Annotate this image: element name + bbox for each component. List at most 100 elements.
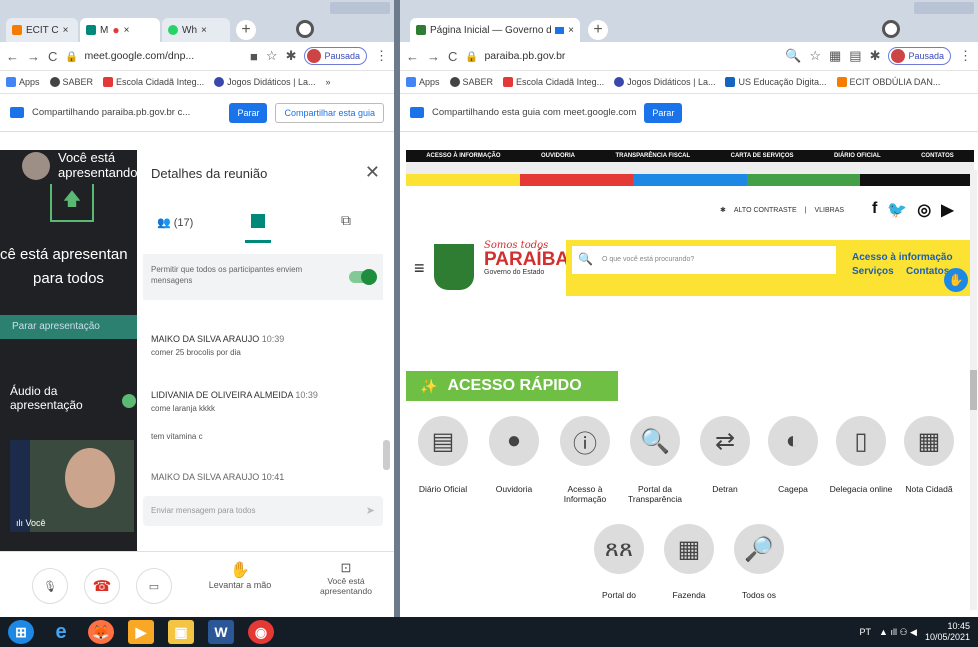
internet-explorer-icon[interactable]: e <box>48 620 74 644</box>
nav-contatos[interactable]: CONTATOS <box>921 153 954 159</box>
paraiba-logo[interactable]: Somos todos PARAÍBA Governo do Estado <box>484 240 569 276</box>
hang-up-icon[interactable]: ☎ <box>84 568 120 604</box>
bookmark-saber[interactable]: SABER <box>449 77 493 87</box>
bookmark-educacao[interactable]: US Educação Digita... <box>725 77 827 87</box>
file-explorer-icon[interactable]: ▣ <box>168 620 194 644</box>
word-icon[interactable]: W <box>208 620 234 644</box>
chat-tab-icon[interactable] <box>251 214 265 228</box>
forward-icon[interactable]: → <box>27 49 40 64</box>
profile-button[interactable]: Pausada <box>304 47 367 65</box>
stop-sharing-button[interactable]: Parar <box>229 102 268 123</box>
quick-item-label[interactable]: Cagepa <box>756 484 830 494</box>
quick-item-label[interactable]: Fazenda <box>652 590 726 600</box>
quick-item-label[interactable]: Todos os <box>722 590 796 600</box>
accessibility-hand-icon[interactable]: ✋ <box>944 268 968 292</box>
facebook-icon[interactable]: f <box>872 200 877 220</box>
presenting-button[interactable]: ⊡ Você está apresentando <box>306 560 386 596</box>
instagram-icon[interactable]: ◎ <box>917 200 931 220</box>
people-tab[interactable]: 👥 (17) <box>157 216 193 229</box>
close-icon[interactable]: ✕ <box>365 162 380 183</box>
chat-input[interactable]: Enviar mensagem para todos ➤ <box>143 496 383 526</box>
profile-circle-icon[interactable] <box>882 20 900 38</box>
extension-icon[interactable]: ▦ <box>829 48 841 64</box>
chat-scrollbar[interactable] <box>383 440 390 470</box>
hamburger-menu-icon[interactable]: ≡ <box>414 258 425 279</box>
reload-icon[interactable]: C <box>448 49 457 64</box>
extensions-icon[interactable]: ✱ <box>286 48 297 64</box>
start-button-icon[interactable]: ⊞ <box>8 620 34 644</box>
bookmark-ecit[interactable]: ECIT OBDÚLIA DAN... <box>836 77 940 87</box>
nav-acesso-informacao[interactable]: ACESSO À INFORMAÇÃO <box>426 153 500 159</box>
quick-item-label[interactable]: Ouvidoria <box>477 484 551 494</box>
tab-meet[interactable]: M ● × <box>80 18 160 42</box>
portal-people-icon[interactable]: ጸጸ <box>594 524 644 574</box>
allow-messages-toggle[interactable] <box>349 269 377 285</box>
diario-oficial-icon[interactable]: ▤ <box>418 416 468 466</box>
link-contatos[interactable]: Contatos <box>906 266 949 277</box>
nota-cidada-icon[interactable]: ▦ <box>904 416 954 466</box>
quick-item-label[interactable]: Diário Oficial <box>406 484 480 494</box>
audio-toggle[interactable] <box>122 394 136 408</box>
back-icon[interactable]: ← <box>6 49 19 64</box>
link-acesso-informacao[interactable]: Acesso à informação <box>852 252 953 263</box>
activities-icon[interactable]: ⧉ <box>341 212 351 229</box>
forward-icon[interactable]: → <box>427 49 440 64</box>
new-tab-button[interactable]: + <box>236 20 256 40</box>
tray-icons[interactable]: ▲ ıll ⚇ ◀ <box>879 627 917 638</box>
share-this-tab-button[interactable]: Compartilhar esta guia <box>275 102 384 123</box>
media-player-icon[interactable]: ▶ <box>128 620 154 644</box>
nav-ouvidoria[interactable]: OUVIDORIA <box>541 153 575 159</box>
quick-item-label[interactable]: Portal do <box>582 590 656 600</box>
bookmark-escola[interactable]: Escola Cidadã Integ... <box>103 77 204 87</box>
fazenda-calculator-icon[interactable]: ▦ <box>664 524 714 574</box>
extension-icon[interactable]: ▤ <box>849 48 861 64</box>
quick-item-label[interactable]: Nota Cidadã <box>892 484 966 494</box>
nav-transparencia[interactable]: TRANSPARÊNCIA FISCAL <box>615 153 690 159</box>
nav-carta-servicos[interactable]: CARTA DE SERVIÇOS <box>731 153 794 159</box>
high-contrast-link[interactable]: ALTO CONTRASTE <box>734 207 797 214</box>
info-icon[interactable]: ⓘ <box>560 416 610 466</box>
site-search-input[interactable]: 🔍 O que você está procurando? <box>572 246 836 274</box>
bookmark-jogos[interactable]: Jogos Didáticos | La... <box>614 77 715 87</box>
window-controls[interactable] <box>914 2 974 14</box>
bookmark-jogos[interactable]: Jogos Didáticos | La... <box>214 77 315 87</box>
star-icon[interactable]: ☆ <box>809 48 821 64</box>
bookmark-saber[interactable]: SABER <box>49 77 93 87</box>
quick-item-label[interactable]: Delegacia online <box>824 484 898 494</box>
chrome-icon[interactable]: ◉ <box>248 620 274 644</box>
ouvidoria-icon[interactable]: ● <box>489 416 539 466</box>
window-controls[interactable] <box>330 2 390 14</box>
tab-whatsapp[interactable]: Wh × <box>162 18 230 42</box>
delegacia-phone-icon[interactable]: ▯ <box>836 416 886 466</box>
address-bar[interactable]: 🔒 paraiba.pb.gov.br <box>465 50 777 63</box>
search-icon[interactable]: 🔍 <box>785 48 801 64</box>
microphone-icon[interactable]: 🎙 <box>32 568 68 604</box>
bookmarks-overflow-icon[interactable]: » <box>325 77 330 87</box>
language-indicator[interactable]: PT <box>860 627 872 637</box>
tab-ecit[interactable]: ECIT C × <box>6 18 78 42</box>
menu-icon[interactable]: ⋮ <box>375 48 388 64</box>
menu-icon[interactable]: ⋮ <box>959 48 972 64</box>
quick-item-label[interactable]: Portal da Transparência <box>618 484 692 504</box>
vlibras-link[interactable]: VLIBRAS <box>814 207 844 214</box>
stop-presenting-button[interactable]: Parar apresentação <box>0 315 137 339</box>
extensions-icon[interactable]: ✱ <box>870 48 881 64</box>
profile-circle-icon[interactable] <box>296 20 314 38</box>
send-icon[interactable]: ➤ <box>366 504 375 517</box>
reload-icon[interactable]: C <box>48 49 57 64</box>
cagepa-icon[interactable]: ◐ <box>768 416 818 466</box>
youtube-icon[interactable]: ▶ <box>941 200 953 220</box>
page-scrollbar[interactable] <box>970 170 977 610</box>
new-tab-button[interactable]: + <box>588 20 608 40</box>
star-icon[interactable]: ☆ <box>266 48 278 64</box>
nav-diario-oficial[interactable]: DIÁRIO OFICIAL <box>834 153 881 159</box>
stop-sharing-button[interactable]: Parar <box>644 102 683 123</box>
bookmark-escola[interactable]: Escola Cidadã Integ... <box>503 77 604 87</box>
twitter-icon[interactable]: 🐦 <box>887 200 907 220</box>
tab-paraiba[interactable]: Página Inicial — Governo do × <box>410 18 580 42</box>
transparency-search-icon[interactable]: 🔍 <box>630 416 680 466</box>
back-icon[interactable]: ← <box>406 49 419 64</box>
firefox-icon[interactable]: 🦊 <box>88 620 114 644</box>
detran-icon[interactable]: ⇄ <box>700 416 750 466</box>
horizontal-scrollbar[interactable] <box>406 162 974 174</box>
